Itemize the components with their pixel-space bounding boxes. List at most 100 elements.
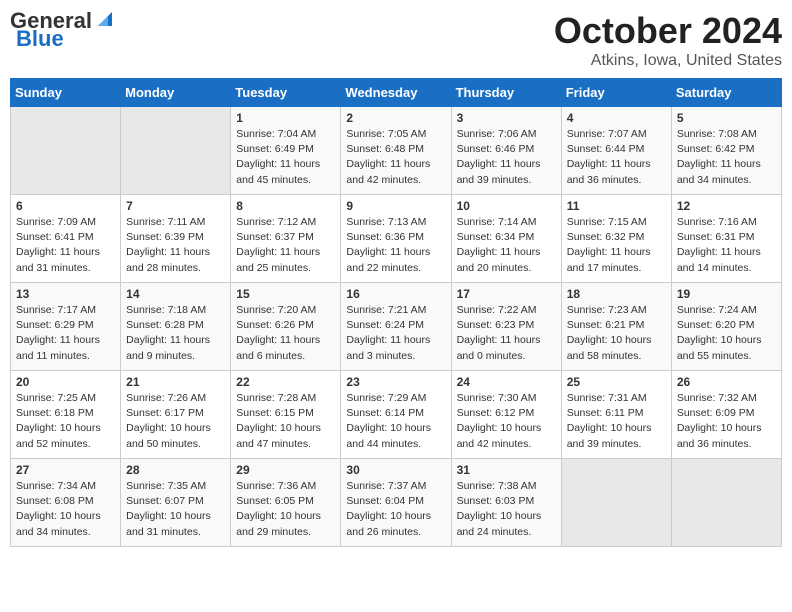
day-number: 28 [126,463,225,477]
calendar-cell [561,459,671,547]
calendar-cell: 29 Sunrise: 7:36 AM Sunset: 6:05 PM Dayli… [231,459,341,547]
calendar-cell: 9Sunrise: 7:13 AM Sunset: 6:36 PM Daylig… [341,195,451,283]
header-day-friday: Friday [561,79,671,107]
calendar-cell: 7 Sunrise: 7:11 AM Sunset: 6:39 PM Daylig… [121,195,231,283]
day-info: Sunrise: 7:18 AM Sunset: 6:28 PM Dayligh… [126,303,225,364]
calendar-cell: 21Sunrise: 7:26 AM Sunset: 6:17 PM Dayli… [121,371,231,459]
day-info: Sunrise: 7:28 AM Sunset: 6:15 PM Dayligh… [236,391,335,452]
calendar-cell: 13Sunrise: 7:17 AM Sunset: 6:29 PM Dayli… [11,283,121,371]
calendar-cell: 3 Sunrise: 7:06 AM Sunset: 6:46 PM Daylig… [451,107,561,195]
day-number: 29 [236,463,335,477]
location-title: Atkins, Iowa, United States [554,52,782,70]
day-info: Sunrise: 7:21 AM Sunset: 6:24 PM Dayligh… [346,303,445,364]
day-number: 22 [236,375,335,389]
day-info: Sunrise: 7:14 AM Sunset: 6:34 PM Dayligh… [457,215,556,276]
day-number: 19 [677,287,776,301]
day-info: Sunrise: 7:26 AM Sunset: 6:17 PM Dayligh… [126,391,225,452]
day-number: 4 [567,111,666,125]
calendar-cell: 16Sunrise: 7:21 AM Sunset: 6:24 PM Dayli… [341,283,451,371]
day-info: Sunrise: 7:25 AM Sunset: 6:18 PM Dayligh… [16,391,115,452]
calendar-cell: 15 Sunrise: 7:20 AM Sunset: 6:26 PM Dayli… [231,283,341,371]
calendar-cell: 25Sunrise: 7:31 AM Sunset: 6:11 PM Dayli… [561,371,671,459]
calendar-week-row: 1Sunrise: 7:04 AM Sunset: 6:49 PM Daylig… [11,107,782,195]
day-number: 3 [457,111,556,125]
calendar-week-row: 27Sunrise: 7:34 AM Sunset: 6:08 PM Dayli… [11,459,782,547]
day-info: Sunrise: 7:06 AM Sunset: 6:46 PM Dayligh… [457,127,556,188]
header-day-wednesday: Wednesday [341,79,451,107]
day-number: 20 [16,375,115,389]
day-number: 10 [457,199,556,213]
day-info: Sunrise: 7:20 AM Sunset: 6:26 PM Dayligh… [236,303,335,364]
calendar-header-row: SundayMondayTuesdayWednesdayThursdayFrid… [11,79,782,107]
day-number: 2 [346,111,445,125]
calendar-cell: 23 Sunrise: 7:29 AM Sunset: 6:14 PM Dayli… [341,371,451,459]
day-info: Sunrise: 7:36 AM Sunset: 6:05 PM Dayligh… [236,479,335,540]
calendar-cell: 8Sunrise: 7:12 AM Sunset: 6:37 PM Daylig… [231,195,341,283]
calendar-cell: 27Sunrise: 7:34 AM Sunset: 6:08 PM Dayli… [11,459,121,547]
logo-icon [94,8,116,30]
day-info: Sunrise: 7:24 AM Sunset: 6:20 PM Dayligh… [677,303,776,364]
day-number: 14 [126,287,225,301]
calendar-week-row: 6 Sunrise: 7:09 AM Sunset: 6:41 PM Daylig… [11,195,782,283]
calendar-cell: 24 Sunrise: 7:30 AM Sunset: 6:12 PM Dayli… [451,371,561,459]
header-day-tuesday: Tuesday [231,79,341,107]
calendar-cell: 17 Sunrise: 7:22 AM Sunset: 6:23 PM Dayli… [451,283,561,371]
day-number: 26 [677,375,776,389]
calendar-cell [671,459,781,547]
header-day-monday: Monday [121,79,231,107]
calendar-cell: 22 Sunrise: 7:28 AM Sunset: 6:15 PM Dayli… [231,371,341,459]
day-number: 12 [677,199,776,213]
day-info: Sunrise: 7:13 AM Sunset: 6:36 PM Dayligh… [346,215,445,276]
day-info: Sunrise: 7:31 AM Sunset: 6:11 PM Dayligh… [567,391,666,452]
day-info: Sunrise: 7:11 AM Sunset: 6:39 PM Dayligh… [126,215,225,276]
logo: General Blue [10,10,116,50]
day-number: 17 [457,287,556,301]
day-info: Sunrise: 7:09 AM Sunset: 6:41 PM Dayligh… [16,215,115,276]
day-info: Sunrise: 7:17 AM Sunset: 6:29 PM Dayligh… [16,303,115,364]
day-number: 5 [677,111,776,125]
calendar-cell: 28 Sunrise: 7:35 AM Sunset: 6:07 PM Dayli… [121,459,231,547]
day-number: 7 [126,199,225,213]
title-area: October 2024 Atkins, Iowa, United States [554,10,782,70]
day-number: 15 [236,287,335,301]
day-info: Sunrise: 7:34 AM Sunset: 6:08 PM Dayligh… [16,479,115,540]
day-info: Sunrise: 7:23 AM Sunset: 6:21 PM Dayligh… [567,303,666,364]
calendar-cell: 19 Sunrise: 7:24 AM Sunset: 6:20 PM Dayli… [671,283,781,371]
calendar-body: 1Sunrise: 7:04 AM Sunset: 6:49 PM Daylig… [11,107,782,547]
day-number: 30 [346,463,445,477]
day-info: Sunrise: 7:32 AM Sunset: 6:09 PM Dayligh… [677,391,776,452]
day-info: Sunrise: 7:30 AM Sunset: 6:12 PM Dayligh… [457,391,556,452]
calendar-cell: 20 Sunrise: 7:25 AM Sunset: 6:18 PM Dayli… [11,371,121,459]
month-title: October 2024 [554,10,782,52]
day-number: 31 [457,463,556,477]
calendar-cell: 6 Sunrise: 7:09 AM Sunset: 6:41 PM Daylig… [11,195,121,283]
day-info: Sunrise: 7:22 AM Sunset: 6:23 PM Dayligh… [457,303,556,364]
calendar-cell: 31Sunrise: 7:38 AM Sunset: 6:03 PM Dayli… [451,459,561,547]
calendar-cell: 12 Sunrise: 7:16 AM Sunset: 6:31 PM Dayli… [671,195,781,283]
header: General Blue October 2024 Atkins, Iowa, … [10,10,782,70]
calendar-cell: 30Sunrise: 7:37 AM Sunset: 6:04 PM Dayli… [341,459,451,547]
day-number: 24 [457,375,556,389]
day-info: Sunrise: 7:08 AM Sunset: 6:42 PM Dayligh… [677,127,776,188]
day-info: Sunrise: 7:29 AM Sunset: 6:14 PM Dayligh… [346,391,445,452]
day-number: 11 [567,199,666,213]
calendar-cell: 2 Sunrise: 7:05 AM Sunset: 6:48 PM Daylig… [341,107,451,195]
calendar-cell: 26 Sunrise: 7:32 AM Sunset: 6:09 PM Dayli… [671,371,781,459]
header-day-thursday: Thursday [451,79,561,107]
calendar-cell: 4Sunrise: 7:07 AM Sunset: 6:44 PM Daylig… [561,107,671,195]
day-number: 6 [16,199,115,213]
calendar-cell: 5 Sunrise: 7:08 AM Sunset: 6:42 PM Daylig… [671,107,781,195]
calendar-week-row: 13Sunrise: 7:17 AM Sunset: 6:29 PM Dayli… [11,283,782,371]
calendar-cell: 10 Sunrise: 7:14 AM Sunset: 6:34 PM Dayli… [451,195,561,283]
day-info: Sunrise: 7:16 AM Sunset: 6:31 PM Dayligh… [677,215,776,276]
day-info: Sunrise: 7:35 AM Sunset: 6:07 PM Dayligh… [126,479,225,540]
calendar-week-row: 20 Sunrise: 7:25 AM Sunset: 6:18 PM Dayli… [11,371,782,459]
day-number: 23 [346,375,445,389]
calendar-table: SundayMondayTuesdayWednesdayThursdayFrid… [10,78,782,547]
day-number: 1 [236,111,335,125]
calendar-cell: 18 Sunrise: 7:23 AM Sunset: 6:21 PM Dayli… [561,283,671,371]
logo-blue-text: Blue [16,28,64,50]
day-number: 18 [567,287,666,301]
header-day-saturday: Saturday [671,79,781,107]
day-info: Sunrise: 7:05 AM Sunset: 6:48 PM Dayligh… [346,127,445,188]
